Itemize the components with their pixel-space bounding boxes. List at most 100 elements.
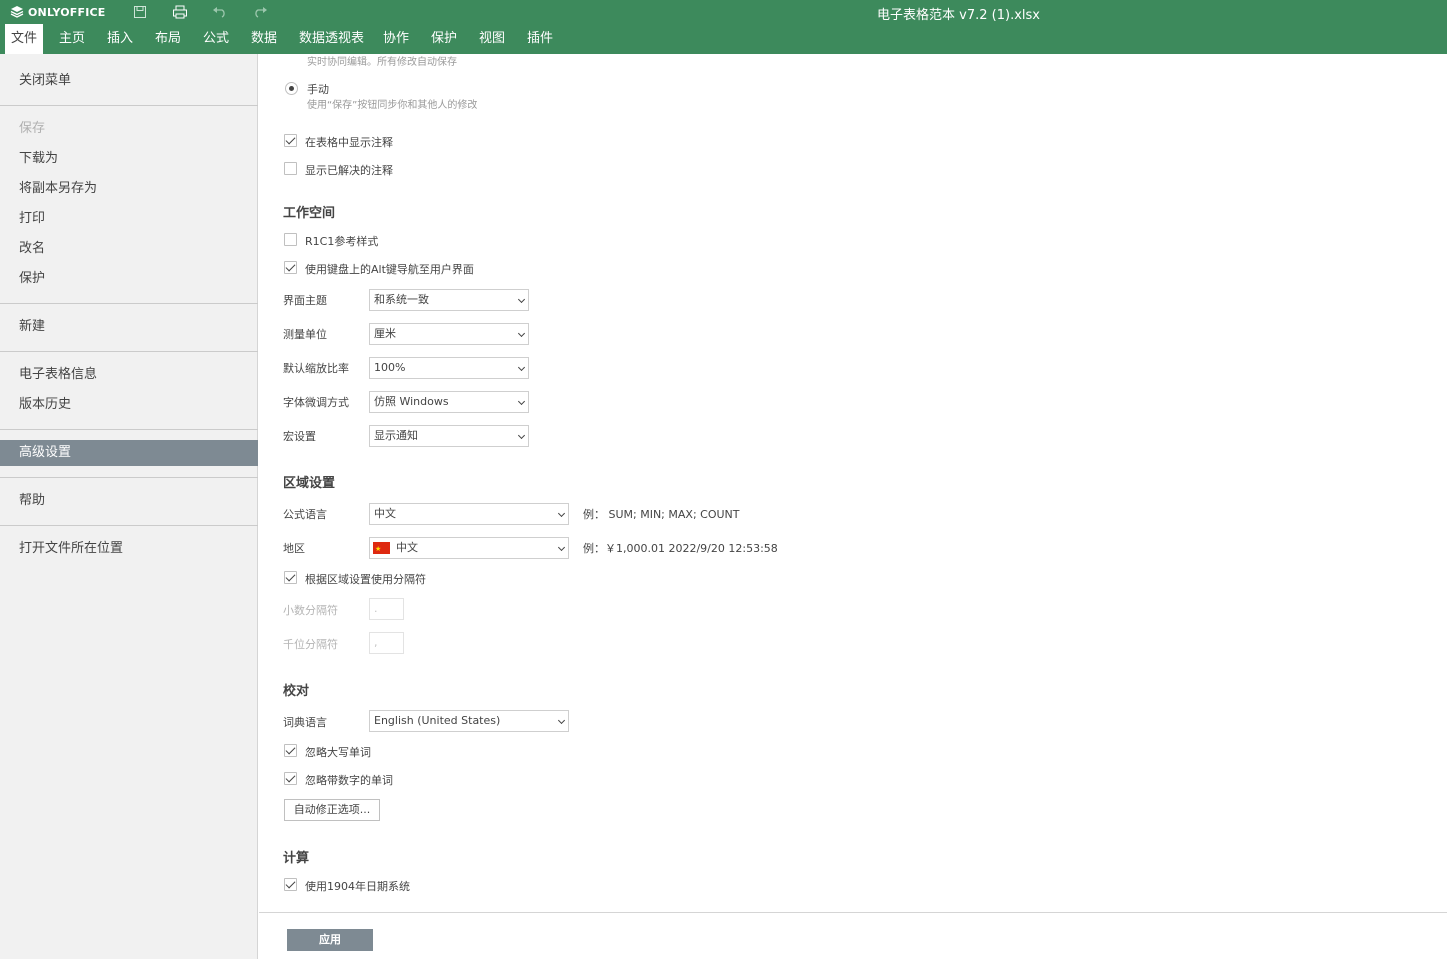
decimal-separator-input[interactable]: . bbox=[369, 598, 404, 620]
thousands-separator-input[interactable]: , bbox=[369, 632, 404, 654]
menu-save-copy-as[interactable]: 将副本另存为 bbox=[0, 176, 258, 202]
chevron-down-icon bbox=[557, 509, 566, 518]
manual-mode-radio[interactable] bbox=[285, 82, 298, 95]
divider bbox=[0, 429, 258, 430]
divider bbox=[0, 477, 258, 478]
menu-download-as[interactable]: 下载为 bbox=[0, 146, 258, 172]
region-label: 地区 bbox=[283, 542, 305, 555]
font-hinting-label: 字体微调方式 bbox=[283, 396, 349, 409]
formula-example: 例： SUM; MIN; MAX; COUNT bbox=[583, 508, 740, 521]
show-resolved-label[interactable]: 显示已解决的注释 bbox=[305, 162, 393, 178]
chevron-down-icon bbox=[517, 329, 526, 338]
china-flag-icon bbox=[373, 539, 390, 559]
macro-value: 显示通知 bbox=[374, 429, 418, 442]
ignore-uppercase-checkbox[interactable] bbox=[284, 744, 297, 757]
apply-button[interactable]: 应用 bbox=[287, 929, 373, 951]
show-resolved-checkbox[interactable] bbox=[284, 162, 297, 175]
font-hinting-select[interactable]: 仿照 Windows bbox=[369, 391, 529, 413]
calculation-heading: 计算 bbox=[283, 851, 310, 866]
decimal-separator-label: 小数分隔符 bbox=[283, 604, 338, 617]
file-menu-panel: 关闭菜单 保存 下载为 将副本另存为 打印 改名 保护 新建 电子表格信息 版本… bbox=[0, 54, 258, 959]
alt-nav-label[interactable]: 使用键盘上的Alt键导航至用户界面 bbox=[305, 261, 474, 277]
tab-formula[interactable]: 公式 bbox=[197, 24, 235, 54]
zoom-value: 100% bbox=[374, 361, 406, 374]
chevron-down-icon bbox=[517, 431, 526, 440]
region-value: 中文 bbox=[396, 541, 418, 554]
divider bbox=[0, 351, 258, 352]
menu-save[interactable]: 保存 bbox=[0, 116, 258, 142]
proofing-heading: 校对 bbox=[283, 684, 310, 699]
formula-language-label: 公式语言 bbox=[283, 508, 327, 521]
fast-mode-description: 实时协同编辑。所有修改自动保存 bbox=[307, 57, 457, 68]
divider bbox=[0, 303, 258, 304]
menu-protect[interactable]: 保护 bbox=[0, 266, 258, 292]
divider bbox=[0, 525, 258, 526]
tab-layout[interactable]: 布局 bbox=[149, 24, 187, 54]
ignore-uppercase-label[interactable]: 忽略大写单词 bbox=[305, 744, 371, 760]
menu-close[interactable]: 关闭菜单 bbox=[0, 68, 258, 94]
menu-version-history[interactable]: 版本历史 bbox=[0, 392, 258, 418]
alt-nav-checkbox[interactable] bbox=[284, 261, 297, 274]
dictionary-language-label: 词典语言 bbox=[283, 716, 327, 729]
chevron-down-icon bbox=[517, 363, 526, 372]
chevron-down-icon bbox=[517, 397, 526, 406]
advanced-settings-panel: 实时协同编辑。所有修改自动保存 手动 使用“保存”按钮同步你和其他人的修改 在表… bbox=[259, 54, 1447, 959]
region-select[interactable]: 中文 bbox=[369, 537, 569, 559]
menu-advanced-settings[interactable]: 高级设置 bbox=[0, 440, 258, 466]
tab-protection[interactable]: 保护 bbox=[425, 24, 463, 54]
region-example: 例：￥1,000.01 2022/9/20 12:53:58 bbox=[583, 542, 778, 555]
menu-rename[interactable]: 改名 bbox=[0, 236, 258, 262]
regional-separator-label[interactable]: 根据区域设置使用分隔符 bbox=[305, 571, 426, 587]
menu-help[interactable]: 帮助 bbox=[0, 488, 258, 514]
menu-open-file-location[interactable]: 打开文件所在位置 bbox=[0, 536, 258, 562]
macro-label: 宏设置 bbox=[283, 430, 316, 443]
workspace-heading: 工作空间 bbox=[283, 206, 336, 221]
unit-value: 厘米 bbox=[374, 327, 396, 340]
date1904-label[interactable]: 使用1904年日期系统 bbox=[305, 878, 410, 894]
dictionary-language-value: English (United States) bbox=[374, 714, 501, 727]
r1c1-checkbox[interactable] bbox=[284, 233, 297, 246]
dictionary-language-select[interactable]: English (United States) bbox=[369, 710, 569, 732]
unit-select[interactable]: 厘米 bbox=[369, 323, 529, 345]
footer-divider bbox=[259, 912, 1447, 913]
ignore-numbers-checkbox[interactable] bbox=[284, 772, 297, 785]
date1904-checkbox[interactable] bbox=[284, 878, 297, 891]
menu-print[interactable]: 打印 bbox=[0, 206, 258, 232]
formula-language-value: 中文 bbox=[374, 507, 396, 520]
chevron-down-icon bbox=[517, 295, 526, 304]
manual-mode-description: 使用“保存”按钮同步你和其他人的修改 bbox=[307, 100, 478, 111]
tab-collaboration[interactable]: 协作 bbox=[377, 24, 415, 54]
autocorrect-options-button[interactable]: 自动修正选项... bbox=[284, 799, 380, 821]
chevron-down-icon bbox=[557, 543, 566, 552]
tab-home[interactable]: 主页 bbox=[53, 24, 91, 54]
theme-value: 和系统一致 bbox=[374, 293, 429, 306]
title-bar: ONLYOFFICE 电子表格范本 v7.2 (1).xlsx bbox=[0, 0, 1447, 24]
macro-select[interactable]: 显示通知 bbox=[369, 425, 529, 447]
tab-pivot-table[interactable]: 数据透视表 bbox=[293, 24, 370, 54]
ignore-numbers-label[interactable]: 忽略带数字的单词 bbox=[305, 772, 393, 788]
tab-view[interactable]: 视图 bbox=[473, 24, 511, 54]
font-hinting-value: 仿照 Windows bbox=[374, 395, 449, 408]
theme-label: 界面主题 bbox=[283, 294, 327, 307]
formula-language-select[interactable]: 中文 bbox=[369, 503, 569, 525]
tab-file[interactable]: 文件 bbox=[5, 24, 44, 54]
manual-mode-label[interactable]: 手动 bbox=[307, 81, 329, 97]
tab-insert[interactable]: 插入 bbox=[101, 24, 139, 54]
divider bbox=[0, 105, 258, 106]
tab-data[interactable]: 数据 bbox=[245, 24, 283, 54]
regional-heading: 区域设置 bbox=[283, 476, 336, 491]
document-title: 电子表格范本 v7.2 (1).xlsx bbox=[877, 8, 1040, 23]
theme-select[interactable]: 和系统一致 bbox=[369, 289, 529, 311]
menu-tabs: 文件 主页 插入 布局 公式 数据 数据透视表 协作 保护 视图 插件 bbox=[0, 24, 1447, 54]
menu-spreadsheet-info[interactable]: 电子表格信息 bbox=[0, 362, 258, 388]
zoom-select[interactable]: 100% bbox=[369, 357, 529, 379]
regional-separator-checkbox[interactable] bbox=[284, 571, 297, 584]
chevron-down-icon bbox=[557, 716, 566, 725]
tab-plugins[interactable]: 插件 bbox=[521, 24, 559, 54]
r1c1-label[interactable]: R1C1参考样式 bbox=[305, 233, 378, 249]
show-comments-label[interactable]: 在表格中显示注释 bbox=[305, 134, 393, 150]
unit-label: 测量单位 bbox=[283, 328, 327, 341]
thousands-separator-label: 千位分隔符 bbox=[283, 638, 338, 651]
menu-new[interactable]: 新建 bbox=[0, 314, 258, 340]
show-comments-checkbox[interactable] bbox=[284, 134, 297, 147]
